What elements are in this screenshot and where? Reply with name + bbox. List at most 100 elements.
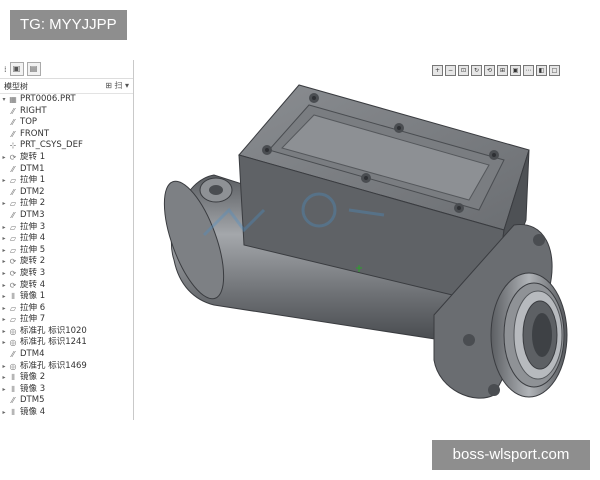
extrude-icon: ▱ <box>9 315 17 325</box>
tree-item-label: 旋转 2 <box>20 256 46 267</box>
tree-item-label: 拉伸 1 <box>20 175 46 186</box>
mirror-icon: ⫴ <box>11 408 15 418</box>
tree-item-label: DTM4 <box>20 349 45 360</box>
expand-icon[interactable]: ▸ <box>0 337 8 349</box>
tree-item-label: 拉伸 6 <box>20 302 46 313</box>
tree-item[interactable]: ▸ ⫴ 镜像 4 <box>0 407 133 419</box>
tree-item-label: 旋转 1 <box>20 151 46 162</box>
datum-plane-icon: ⁄⁄ <box>11 106 15 116</box>
tree-item[interactable]: ▸ ◎ 标准孔 标识1469 <box>0 361 133 373</box>
shading-icon[interactable]: ◧ <box>536 65 547 76</box>
view-toolbar: + − ⊡ ↻ ⟲ ⊞ ▣ ⋯ ◧ □ <box>432 65 560 76</box>
orient-icon[interactable]: ⊞ <box>497 65 508 76</box>
expand-icon[interactable]: ▸ <box>0 303 8 315</box>
tree-item[interactable]: ▸ ▱ 拉伸 7 <box>0 314 133 326</box>
expand-icon[interactable]: ▸ <box>0 152 8 164</box>
saved-views-icon[interactable]: ▣ <box>510 65 521 76</box>
expand-icon[interactable]: ▸ <box>0 407 8 419</box>
tree-item[interactable]: ⁄⁄ TOP <box>0 117 133 129</box>
tree-item-label: 旋转 3 <box>20 267 46 278</box>
tree-item-label: DTM3 <box>20 209 45 220</box>
threaded-ring <box>490 272 568 398</box>
tree-item-label: 镜像 1 <box>20 291 46 302</box>
expand-icon[interactable]: ▸ <box>0 198 8 210</box>
tree-item[interactable]: ⁄⁄ DTM2 <box>0 187 133 199</box>
expand-icon[interactable]: ▸ <box>0 222 8 234</box>
tree-item[interactable]: ▸ ⟳ 旋转 4 <box>0 280 133 292</box>
spin-icon[interactable]: ⟲ <box>484 65 495 76</box>
tree-item[interactable]: ⊹ PRT_CSYS_DEF <box>0 140 133 152</box>
collapse-icon[interactable]: ▾ <box>0 94 8 106</box>
revolve-icon: ⟳ <box>9 280 17 290</box>
expand-icon[interactable]: ▸ <box>0 384 8 396</box>
tree-root[interactable]: ▾ ▦ PRT0006.PRT <box>0 94 133 106</box>
extrude-icon: ▱ <box>9 222 17 232</box>
tree-item[interactable]: ⁄⁄ FRONT <box>0 129 133 141</box>
model-tree-header: 模型树 ⊞ 扫 ▾ <box>0 79 133 94</box>
tree-item[interactable]: ⁄⁄ DTM3 <box>0 210 133 222</box>
expand-icon[interactable]: ▸ <box>0 268 8 280</box>
tree-item-label: DTM2 <box>20 186 45 197</box>
tree-item[interactable]: ▸ ⫴ 镜像 1 <box>0 291 133 303</box>
model-tree-title: 模型树 <box>4 81 28 91</box>
tree-item[interactable]: ▸ ◎ 标准孔 标识1241 <box>0 337 133 349</box>
tree-item-label: TOP <box>20 117 38 128</box>
expand-icon[interactable]: ▸ <box>0 314 8 326</box>
expand-icon[interactable]: ▸ <box>0 233 8 245</box>
tree-item-label: 拉伸 2 <box>20 198 46 209</box>
graphics-viewport[interactable]: + − ⊡ ↻ ⟲ ⊞ ▣ ⋯ ◧ □ <box>134 60 600 420</box>
watermark-tag: TG: MYYJJPP <box>10 10 127 40</box>
revolve-icon: ⟳ <box>9 152 17 162</box>
expand-icon[interactable]: ▸ <box>0 291 8 303</box>
tree-item-label: DTM5 <box>20 395 45 406</box>
revolve-icon: ⟳ <box>9 268 17 278</box>
expand-icon[interactable]: ▸ <box>0 326 8 338</box>
refit-icon[interactable]: ⊡ <box>458 65 469 76</box>
datum-display-icon[interactable]: ⋯ <box>523 65 534 76</box>
tree-item-label: 镜像 4 <box>20 407 46 418</box>
expand-icon[interactable]: ▸ <box>0 175 8 187</box>
datum-plane-icon: ⁄⁄ <box>11 396 15 406</box>
repaint-icon[interactable]: ↻ <box>471 65 482 76</box>
website-badge: boss-wlsport.com <box>432 440 590 470</box>
model-tree-panel: ⁞ ▣ ▤ 模型树 ⊞ 扫 ▾ ▾ ▦ PRT0006.PRT ⁄⁄ RIGHT ⁄… <box>0 60 134 420</box>
tree-item[interactable]: ▸ ▱ 拉伸 3 <box>0 222 133 234</box>
mirror-icon: ⫴ <box>11 373 15 383</box>
zoom-out-icon[interactable]: − <box>445 65 456 76</box>
layer-icon[interactable]: ▣ <box>9 62 24 76</box>
datum-plane-icon: ⁄⁄ <box>11 187 15 197</box>
tree-settings-controls[interactable]: ⊞ 扫 ▾ <box>105 80 129 91</box>
tree-item[interactable]: ▸ ⫴ 镜像 2 <box>0 372 133 384</box>
tree-item[interactable]: ▸ ▱ 拉伸 4 <box>0 233 133 245</box>
tree-item-label: 镜像 3 <box>20 383 46 394</box>
tree-item[interactable]: ▸ ⟳ 旋转 3 <box>0 268 133 280</box>
expand-icon[interactable]: ▸ <box>0 280 8 292</box>
tree-item[interactable]: ▸ ◎ 标准孔 标识1020 <box>0 326 133 338</box>
tree-item-label: FRONT <box>20 128 50 139</box>
wireframe-icon[interactable]: □ <box>549 65 560 76</box>
tree-item[interactable]: ▸ ⟳ 旋转 2 <box>0 256 133 268</box>
expand-icon[interactable]: ▸ <box>0 372 8 384</box>
tree-item[interactable]: ⁄⁄ DTM1 <box>0 164 133 176</box>
tree-item[interactable]: ▸ ▱ 拉伸 2 <box>0 198 133 210</box>
tree-item[interactable]: ▸ ▱ 拉伸 1 <box>0 175 133 187</box>
3d-model-render <box>163 84 568 399</box>
tree-item-label: RIGHT <box>20 105 47 116</box>
expand-icon[interactable]: ▸ <box>0 361 8 373</box>
tree-item[interactable]: ▸ ▱ 拉伸 5 <box>0 245 133 257</box>
tree-item[interactable]: ▸ ▱ 拉伸 6 <box>0 303 133 315</box>
expand-icon[interactable]: ▸ <box>0 256 8 268</box>
tree-item[interactable]: ⁄⁄ RIGHT <box>0 106 133 118</box>
tree-item[interactable]: ⁄⁄ DTM4 <box>0 349 133 361</box>
tree-item[interactable]: ⁄⁄ DTM5 <box>0 395 133 407</box>
part-icon: ▦ <box>9 95 17 104</box>
expand-icon[interactable]: ▸ <box>0 245 8 257</box>
revolve-icon: ⟳ <box>9 257 17 267</box>
tree-item[interactable]: ▸ ⫴ 镜像 3 <box>0 384 133 396</box>
tree-item-label: 旋转 4 <box>20 279 46 290</box>
zoom-in-icon[interactable]: + <box>432 65 443 76</box>
tree-toggle-icon[interactable]: ⁞ <box>4 65 7 74</box>
datum-plane-icon: ⁄⁄ <box>11 129 15 139</box>
folder-icon[interactable]: ▤ <box>26 62 41 76</box>
tree-item[interactable]: ▸ ⟳ 旋转 1 <box>0 152 133 164</box>
